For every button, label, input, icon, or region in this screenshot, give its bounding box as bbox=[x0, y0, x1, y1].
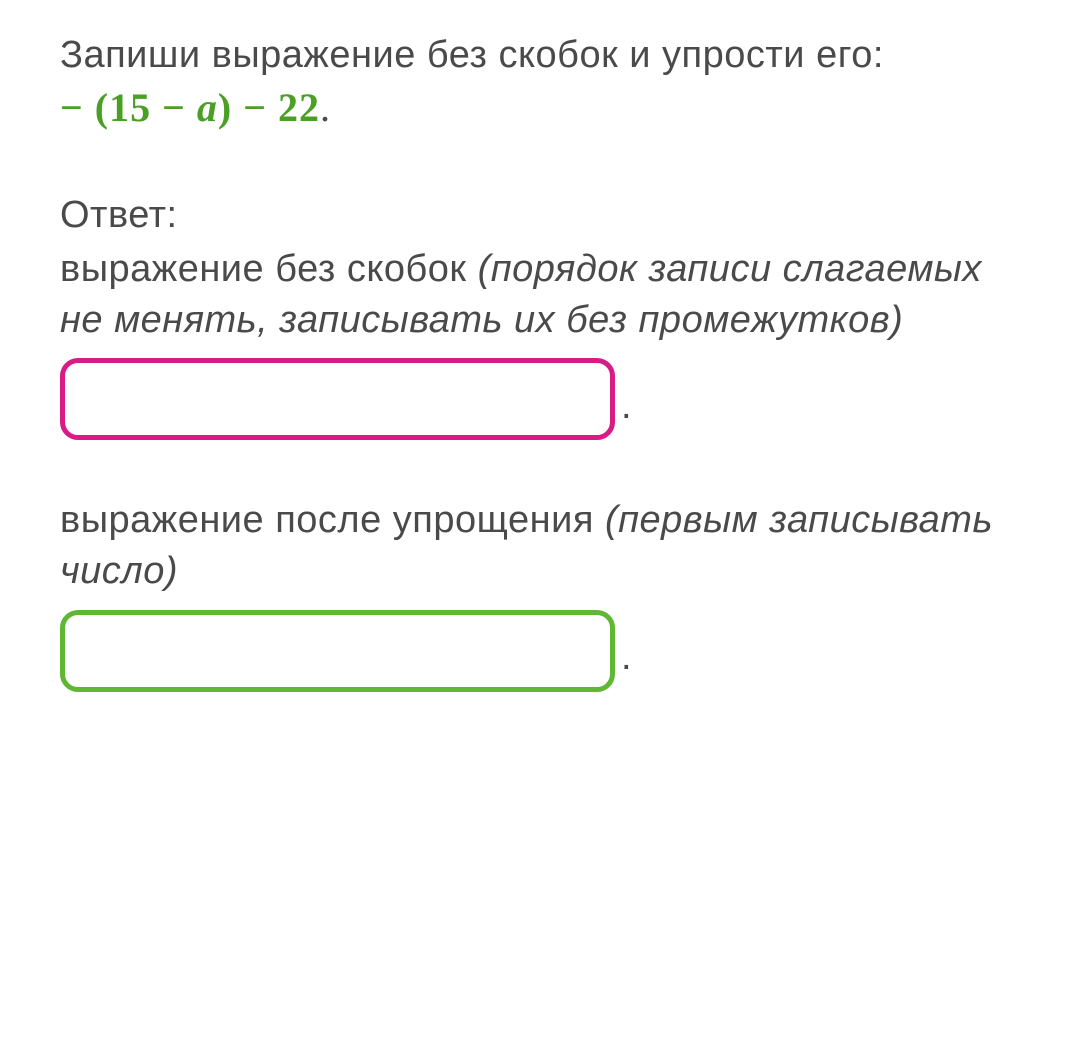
field2-wrapper: . bbox=[60, 610, 1020, 692]
field1-wrapper: . bbox=[60, 358, 1020, 440]
field2-period: . bbox=[621, 632, 632, 683]
simplified-expression-input[interactable] bbox=[60, 610, 615, 692]
answer-label: Ответ: bbox=[60, 190, 1020, 241]
field2-section: выражение после упрощения (первым записы… bbox=[60, 495, 1020, 692]
field1-description: выражение без скобок (порядок записи сла… bbox=[60, 244, 1020, 347]
math-expression: − (15 − a) − 22. bbox=[60, 81, 1020, 135]
expression-without-brackets-input[interactable] bbox=[60, 358, 615, 440]
field2-description: выражение после упрощения (первым записы… bbox=[60, 495, 1020, 598]
problem-statement: Запиши выражение без скобок и упрости ег… bbox=[60, 30, 1020, 135]
field1-section: выражение без скобок (порядок записи сла… bbox=[60, 244, 1020, 441]
field1-label: выражение без скобок bbox=[60, 248, 478, 290]
instruction-text: Запиши выражение без скобок и упрости ег… bbox=[60, 30, 1020, 81]
field1-period: . bbox=[621, 381, 632, 432]
field2-label: выражение после упрощения bbox=[60, 499, 605, 541]
